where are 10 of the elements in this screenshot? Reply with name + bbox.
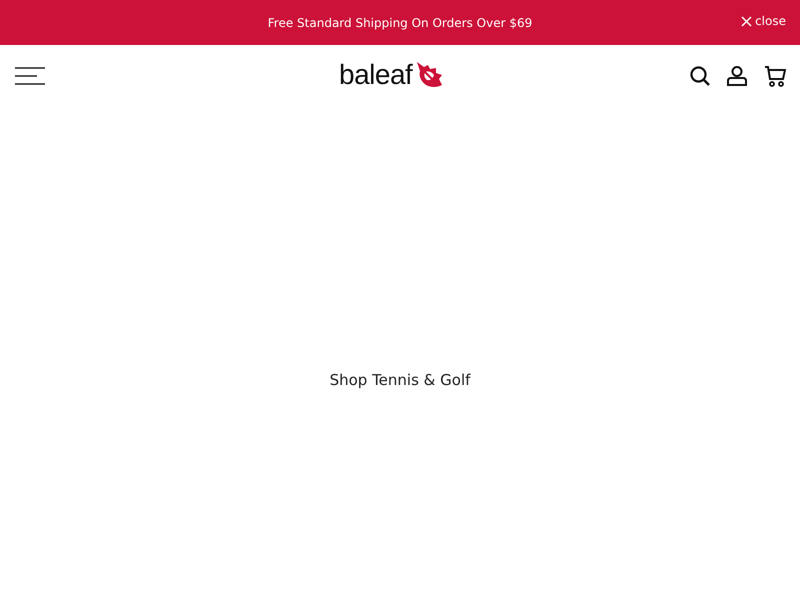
leaf-icon xyxy=(414,61,444,89)
close-icon xyxy=(741,16,752,26)
menu-button[interactable] xyxy=(15,67,45,85)
logo[interactable]: baleaf xyxy=(339,61,444,89)
shop-link[interactable]: Shop Tennis & Golf xyxy=(330,371,470,389)
announcement-text: Free Standard Shipping On Orders Over $69 xyxy=(268,16,532,30)
cart-button[interactable] xyxy=(764,65,786,87)
close-button[interactable]: close xyxy=(741,14,786,28)
account-button[interactable] xyxy=(726,66,748,86)
search-button[interactable] xyxy=(690,66,710,86)
